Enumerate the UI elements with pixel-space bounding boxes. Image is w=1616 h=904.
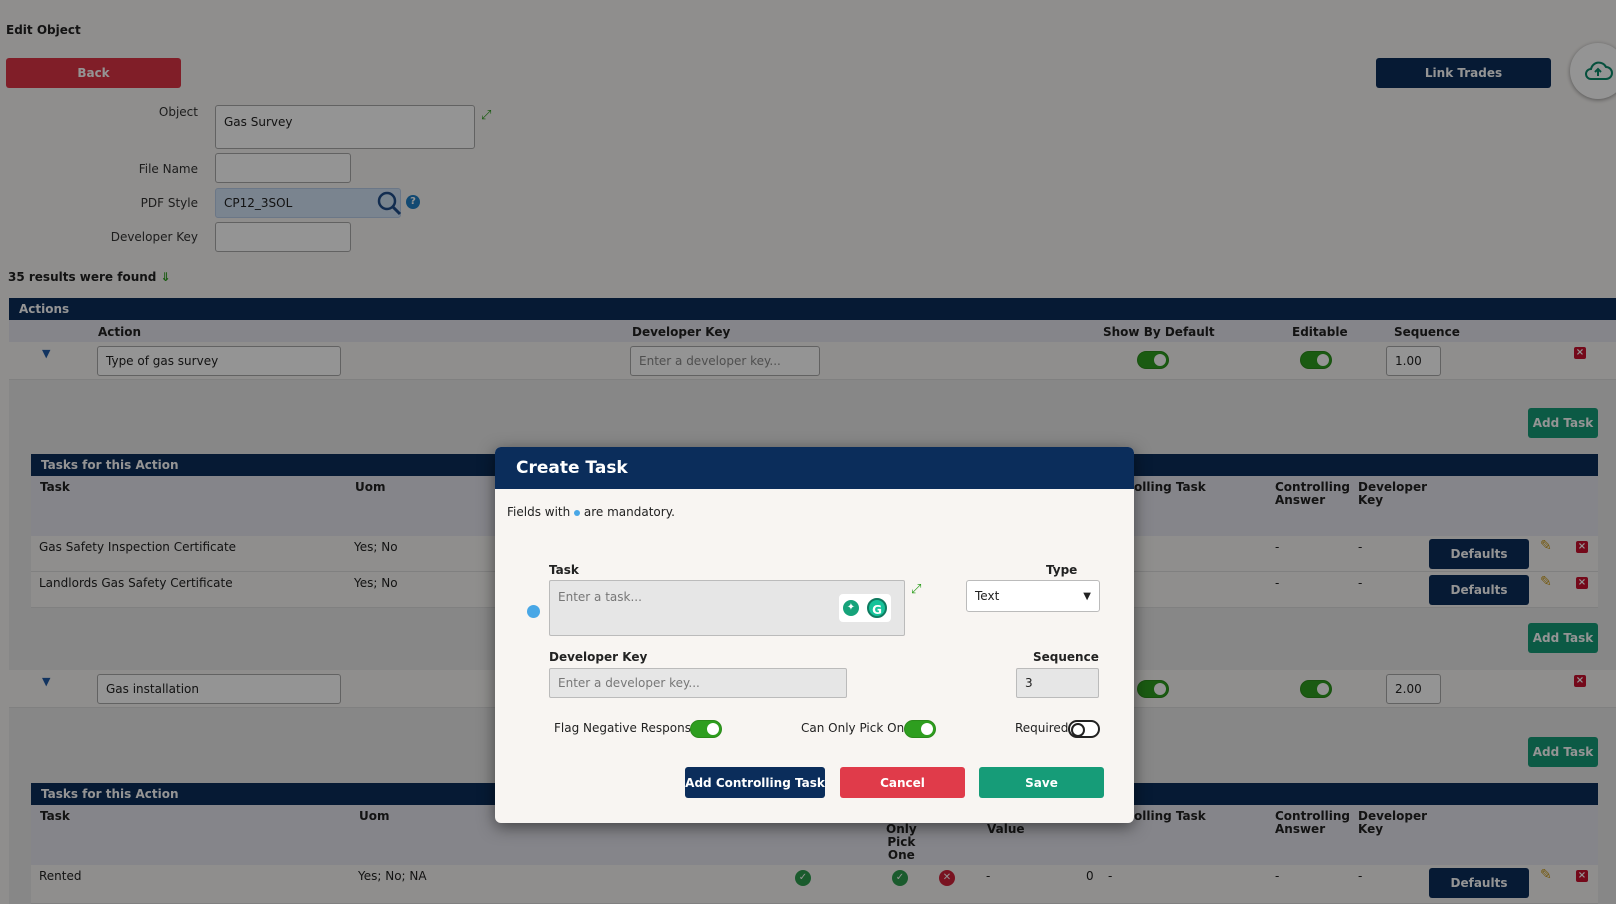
type-label: Type — [1046, 563, 1078, 577]
required-toggle[interactable] — [1068, 720, 1100, 738]
expand-icon[interactable]: ⤢ — [911, 582, 921, 597]
can-only-pick-one-toggle[interactable] — [904, 720, 936, 738]
mandatory-note: Fields with are mandatory. — [507, 505, 675, 519]
mandatory-dot-icon — [574, 510, 581, 516]
task-placeholder: Enter a task... — [558, 590, 642, 604]
type-selected-value: Text — [975, 589, 1000, 603]
sequence-label: Sequence — [1033, 650, 1099, 664]
add-controlling-task-button[interactable]: Add Controlling Task — [685, 767, 825, 798]
mandatory-suffix: are mandatory. — [583, 505, 675, 519]
grammarly-icon[interactable]: G — [867, 598, 887, 618]
flag-negative-toggle[interactable] — [690, 720, 722, 738]
developer-key-input[interactable]: Enter a developer key... — [549, 668, 847, 698]
required-label: Required — [1015, 721, 1069, 735]
create-task-modal: Create Task Fields with are mandatory. T… — [495, 447, 1134, 823]
developer-key-placeholder: Enter a developer key... — [558, 676, 700, 690]
developer-key-label: Developer Key — [549, 650, 648, 664]
task-label: Task — [549, 563, 579, 577]
can-only-pick-one-label: Can Only Pick One — [801, 721, 912, 735]
mandatory-prefix: Fields with — [507, 505, 571, 519]
grammar-widget[interactable]: ✦ G — [839, 594, 891, 622]
lightbulb-icon[interactable]: ✦ — [843, 600, 859, 616]
modal-title: Create Task — [495, 447, 1134, 489]
save-button[interactable]: Save — [979, 767, 1104, 798]
sequence-input[interactable]: 3 — [1016, 668, 1099, 698]
chevron-down-icon: ▼ — [1083, 590, 1091, 602]
mandatory-dot-icon — [527, 605, 540, 618]
cancel-button[interactable]: Cancel — [840, 767, 965, 798]
flag-negative-label: Flag Negative Responses — [554, 721, 705, 735]
type-select[interactable]: Text ▼ — [966, 580, 1100, 612]
